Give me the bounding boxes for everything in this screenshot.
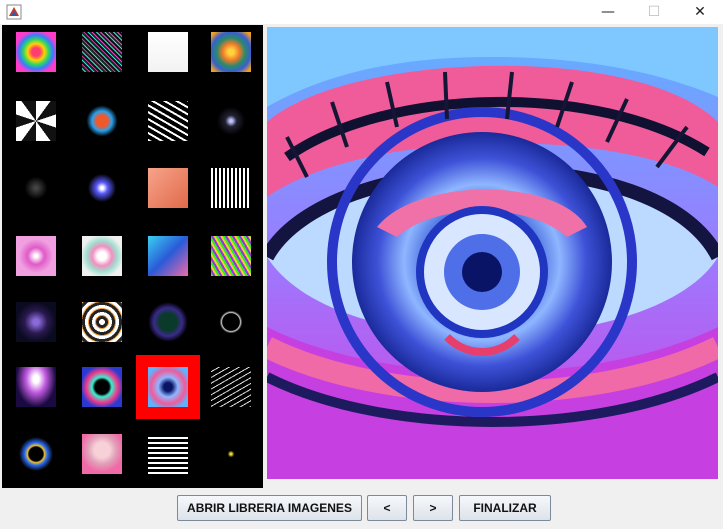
thumbnail-rainbow-hearts[interactable] xyxy=(16,32,56,72)
thumbnail-blue-tiles[interactable] xyxy=(148,236,188,276)
thumbnail-vertical-stripes[interactable] xyxy=(211,168,251,208)
finish-button[interactable]: FINALIZAR xyxy=(459,495,551,521)
maximize-button[interactable]: ☐ xyxy=(631,0,677,24)
thumbnail-checker-wave[interactable] xyxy=(148,101,188,141)
thumbnail-yellow-dots[interactable] xyxy=(211,434,251,474)
thumbnail-purple-nebula[interactable] xyxy=(16,302,56,342)
image-viewer xyxy=(267,27,718,479)
thumbnail-star-burst[interactable] xyxy=(82,168,122,208)
previous-button[interactable]: < xyxy=(367,495,407,521)
thumbnail-white-ring[interactable] xyxy=(211,302,251,342)
thumbnail-neon-scribble[interactable] xyxy=(211,236,251,276)
thumbnail-starburst-rays[interactable] xyxy=(16,101,56,141)
thumbnail-color-loop[interactable] xyxy=(82,367,122,407)
thumbnail-glitch-noise[interactable] xyxy=(82,32,122,72)
thumbnail-gallery xyxy=(2,25,263,488)
thumbnail-floating-ring[interactable] xyxy=(82,101,122,141)
thumbnail-orange-spiral[interactable] xyxy=(211,32,251,72)
thumbnail-dark-scatter[interactable] xyxy=(16,168,56,208)
thumbnail-eye-art[interactable] xyxy=(148,367,188,407)
thumbnail-tunnel-light[interactable] xyxy=(16,367,56,407)
thumbnail-pink-cube[interactable] xyxy=(148,168,188,208)
java-app-icon xyxy=(6,4,22,20)
thumbnail-flower-burst[interactable] xyxy=(82,236,122,276)
psychedelic-eye-image xyxy=(267,27,718,479)
thumbnail-concentric-rings[interactable] xyxy=(82,302,122,342)
thumbnail-pink-swirl[interactable] xyxy=(16,236,56,276)
title-bar: — ☐ ✕ xyxy=(0,0,723,24)
next-button[interactable]: > xyxy=(413,495,453,521)
minimize-button[interactable]: — xyxy=(585,0,631,24)
thumbnail-dark-star[interactable] xyxy=(211,101,251,141)
thumbnail-baby-face[interactable] xyxy=(82,434,122,474)
open-library-button[interactable]: ABRIR LIBRERIA IMAGENES xyxy=(177,495,362,521)
thumbnail-teal-grid[interactable] xyxy=(148,302,188,342)
thumbnail-maze-cross[interactable] xyxy=(148,434,188,474)
thumbnail-dark-lines[interactable] xyxy=(211,367,251,407)
thumbnail-line-sketch[interactable] xyxy=(148,32,188,72)
close-button[interactable]: ✕ xyxy=(677,0,723,24)
thumbnail-dotted-spiral[interactable] xyxy=(16,434,56,474)
bottom-toolbar: ABRIR LIBRERIA IMAGENES < > FINALIZAR xyxy=(0,488,723,529)
